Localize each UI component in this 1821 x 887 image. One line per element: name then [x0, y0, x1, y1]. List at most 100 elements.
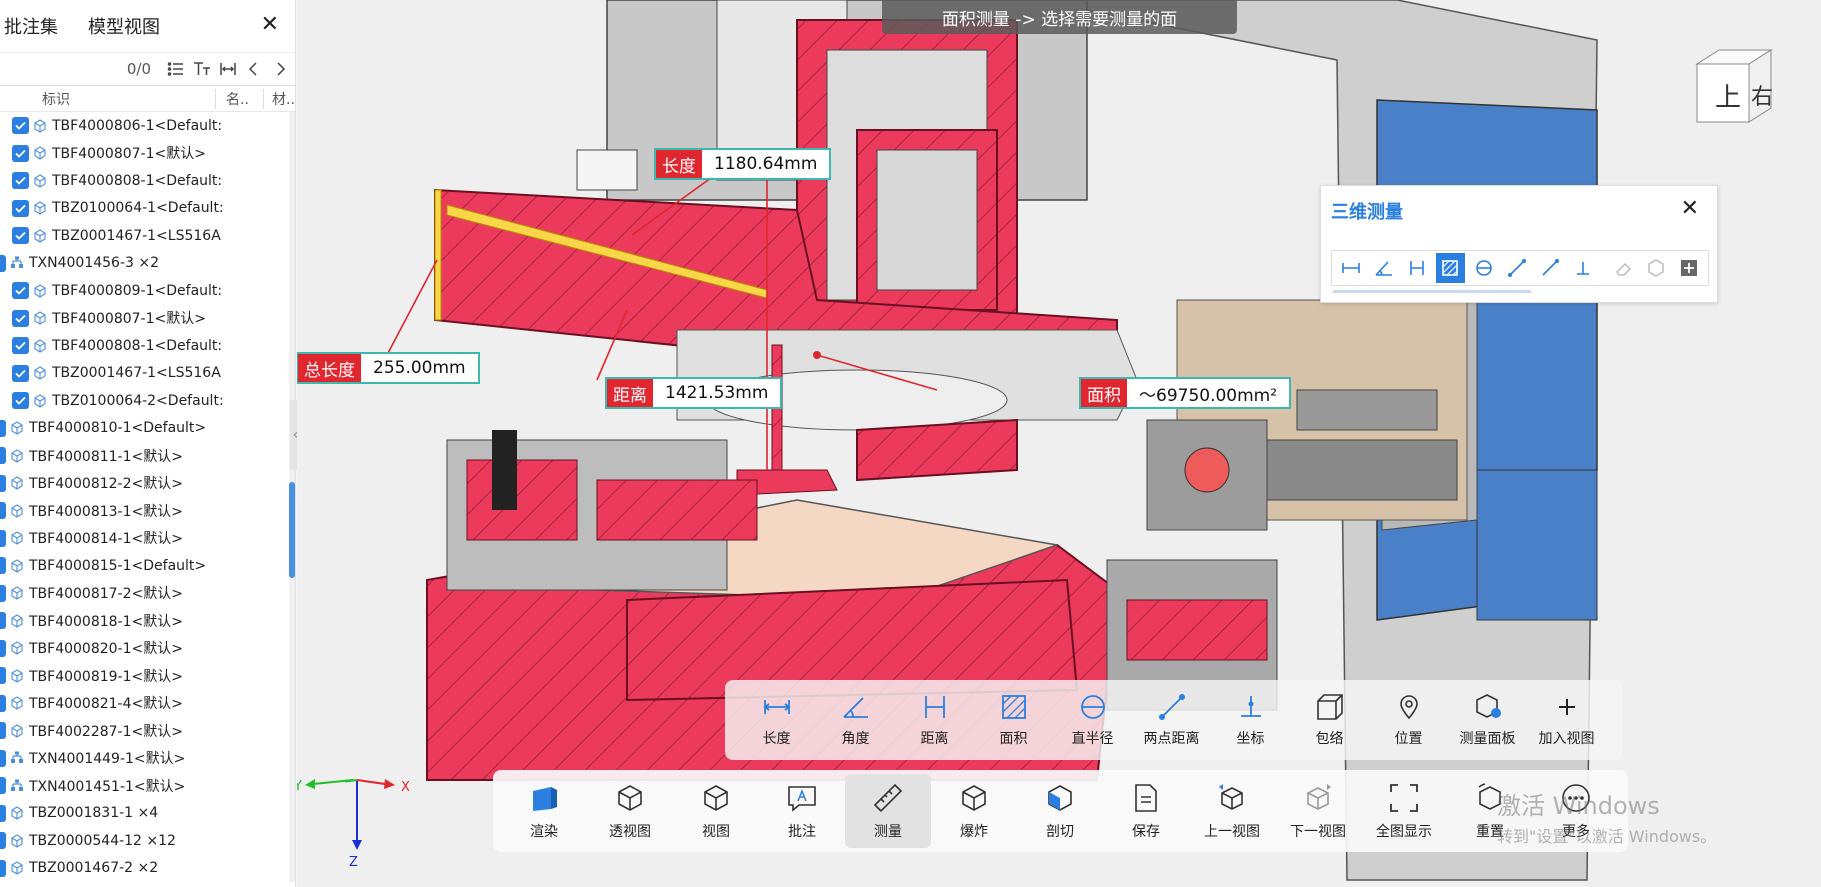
mb-envelope-button[interactable]: 包络 — [1290, 685, 1369, 755]
area-label[interactable]: 面积 ～69750.00mm² — [1079, 377, 1292, 409]
mp-eraser-tool[interactable] — [1608, 253, 1637, 283]
mp-diameter-tool[interactable] — [1469, 253, 1498, 283]
fit-all-button[interactable]: 全图显示 — [1361, 774, 1447, 848]
tree-item-checkbox[interactable] — [12, 337, 29, 355]
tree-item[interactable]: TBZ0100064-2<Default: — [0, 387, 290, 415]
tree-item[interactable]: TBF4000818-1<默认> — [0, 607, 290, 635]
tree-item-checkbox[interactable] — [0, 502, 6, 520]
mb-coordinate-button[interactable]: 坐标 — [1211, 685, 1290, 755]
tree-item[interactable]: TBF4000807-1<默认> — [0, 140, 290, 168]
tree-item[interactable]: TXN4001456-3 ×2 — [0, 250, 290, 278]
perspective-button[interactable]: 透视图 — [587, 774, 673, 848]
mb-measure-panel-button[interactable]: 测量面板 — [1448, 685, 1527, 755]
mp-add-tool[interactable] — [1675, 253, 1704, 283]
nav-cube-top-face[interactable]: 上 — [1715, 83, 1741, 113]
mp-length-tool[interactable] — [1336, 253, 1365, 283]
tab-annotations[interactable]: 批注集 — [4, 13, 58, 39]
tree-item[interactable]: TBF4000809-1<Default: — [0, 277, 290, 305]
mb-add-view-button[interactable]: 加入视图 — [1527, 685, 1606, 755]
measure-panel-close-button[interactable]: ✕ — [1681, 196, 1699, 221]
tree-item-checkbox[interactable] — [12, 309, 29, 327]
tree-item[interactable]: TBF4000810-1<Default> — [0, 415, 290, 443]
prev-icon[interactable] — [243, 58, 265, 80]
tree-item-checkbox[interactable] — [0, 612, 6, 630]
tree-item[interactable]: TXN4001449-1<默认> — [0, 745, 290, 773]
tree-item-checkbox[interactable] — [0, 722, 6, 740]
mp-coordinate-tool[interactable] — [1569, 253, 1598, 283]
tab-model-views[interactable]: 模型视图 — [88, 13, 160, 39]
tree-item-checkbox[interactable] — [0, 694, 6, 712]
tree-item-checkbox[interactable] — [12, 199, 29, 217]
tree-item[interactable]: TBF4000814-1<默认> — [0, 525, 290, 553]
view-button[interactable]: 视图 — [673, 774, 759, 848]
nav-cube-right-face[interactable]: 右 — [1751, 85, 1773, 110]
tree-item-checkbox[interactable] — [0, 667, 6, 685]
tree-item-checkbox[interactable] — [0, 832, 6, 850]
tree-item-checkbox[interactable] — [0, 447, 6, 465]
tree-item-checkbox[interactable] — [0, 557, 6, 575]
tree-item[interactable]: TBZ0001467-1<LS516A — [0, 360, 290, 388]
tree-item[interactable]: TBZ0000544-12 ×12 — [0, 827, 290, 855]
tree-item-checkbox[interactable] — [0, 777, 6, 795]
tree-item[interactable]: TBF4000821-4<默认> — [0, 690, 290, 718]
tree-item-checkbox[interactable] — [12, 117, 29, 135]
tree-item[interactable]: TBF4000812-2<默认> — [0, 470, 290, 498]
tree-item-checkbox[interactable] — [12, 144, 29, 162]
tree-item[interactable]: TBZ0100064-1<Default: — [0, 195, 290, 223]
previous-view-button[interactable]: 上一视图 — [1189, 774, 1275, 848]
annotate-button[interactable]: 批注 — [759, 774, 845, 848]
tree-item[interactable]: TBF4000820-1<默认> — [0, 635, 290, 663]
tree-item[interactable]: TBF4000806-1<Default: — [0, 112, 290, 140]
mp-line-tool[interactable] — [1536, 253, 1565, 283]
list-icon[interactable] — [165, 58, 187, 80]
tree-item-checkbox[interactable] — [0, 529, 6, 547]
nav-cube[interactable]: 上 右 — [1687, 46, 1777, 126]
section-button[interactable]: 剖切 — [1017, 774, 1103, 848]
tree-item-checkbox[interactable] — [0, 474, 6, 492]
tree-scrollbar[interactable] — [289, 112, 295, 882]
mb-diameter-button[interactable]: 直半径 — [1053, 685, 1132, 755]
tree-item-checkbox[interactable] — [0, 749, 6, 767]
tree-item-checkbox[interactable] — [12, 227, 29, 245]
tree-item-checkbox[interactable] — [0, 254, 6, 272]
tree-item[interactable]: TBF4000807-1<默认> — [0, 305, 290, 333]
tree-item-checkbox[interactable] — [0, 804, 6, 822]
text-size-icon[interactable] — [191, 58, 213, 80]
mb-length-button[interactable]: 长度 — [737, 685, 816, 755]
tree-item-checkbox[interactable] — [12, 282, 29, 300]
tree-item[interactable]: TBZ0001467-2 ×2 — [0, 855, 290, 883]
tree-item-checkbox[interactable] — [12, 364, 29, 382]
tree-item[interactable]: TBF4000819-1<默认> — [0, 662, 290, 690]
column-name[interactable]: 名.. — [216, 88, 264, 109]
3d-viewport[interactable]: 面积测量 -> 选择需要测量的面 长度 1180.64mm 总长度 255.00… — [297, 0, 1821, 887]
length-label[interactable]: 长度 1180.64mm — [654, 148, 832, 180]
panel-close-button[interactable]: ✕ — [261, 12, 279, 38]
tree-item[interactable]: TBF4000815-1<Default> — [0, 552, 290, 580]
save-button[interactable]: 保存 — [1103, 774, 1189, 848]
fit-width-icon[interactable] — [217, 58, 239, 80]
column-material[interactable]: 材.. — [264, 89, 295, 109]
tree-item-checkbox[interactable] — [0, 639, 6, 657]
tree-item-checkbox[interactable] — [0, 859, 6, 877]
total-length-label[interactable]: 总长度 255.00mm — [297, 352, 480, 384]
render-button[interactable]: 渲染 — [501, 774, 587, 848]
tree-item-checkbox[interactable] — [0, 584, 6, 602]
tree-scroll-thumb[interactable] — [289, 482, 295, 578]
tree-item[interactable]: TBF4000817-2<默认> — [0, 580, 290, 608]
mp-point-distance-tool[interactable] — [1502, 253, 1531, 283]
tree-item[interactable]: TBZ0001831-1 ×4 — [0, 800, 290, 828]
mb-point-distance-button[interactable]: 两点距离 — [1132, 685, 1211, 755]
tree-item[interactable]: TBF4000808-1<Default: — [0, 332, 290, 360]
tree-item-checkbox[interactable] — [0, 419, 6, 437]
explode-button[interactable]: 爆炸 — [931, 774, 1017, 848]
tree-item[interactable]: TBF4000808-1<Default: — [0, 167, 290, 195]
mp-distance-tool[interactable] — [1403, 253, 1432, 283]
tree-item[interactable]: TXN4001451-1<默认> — [0, 772, 290, 800]
tree-item-checkbox[interactable] — [12, 172, 29, 190]
tree-item[interactable]: TBF4002287-1<默认> — [0, 717, 290, 745]
next-icon[interactable] — [269, 58, 291, 80]
distance-label[interactable]: 距离 1421.53mm — [605, 377, 783, 409]
mb-distance-button[interactable]: 距离 — [895, 685, 974, 755]
next-view-button[interactable]: 下一视图 — [1275, 774, 1361, 848]
mp-cube-tool[interactable] — [1641, 253, 1670, 283]
